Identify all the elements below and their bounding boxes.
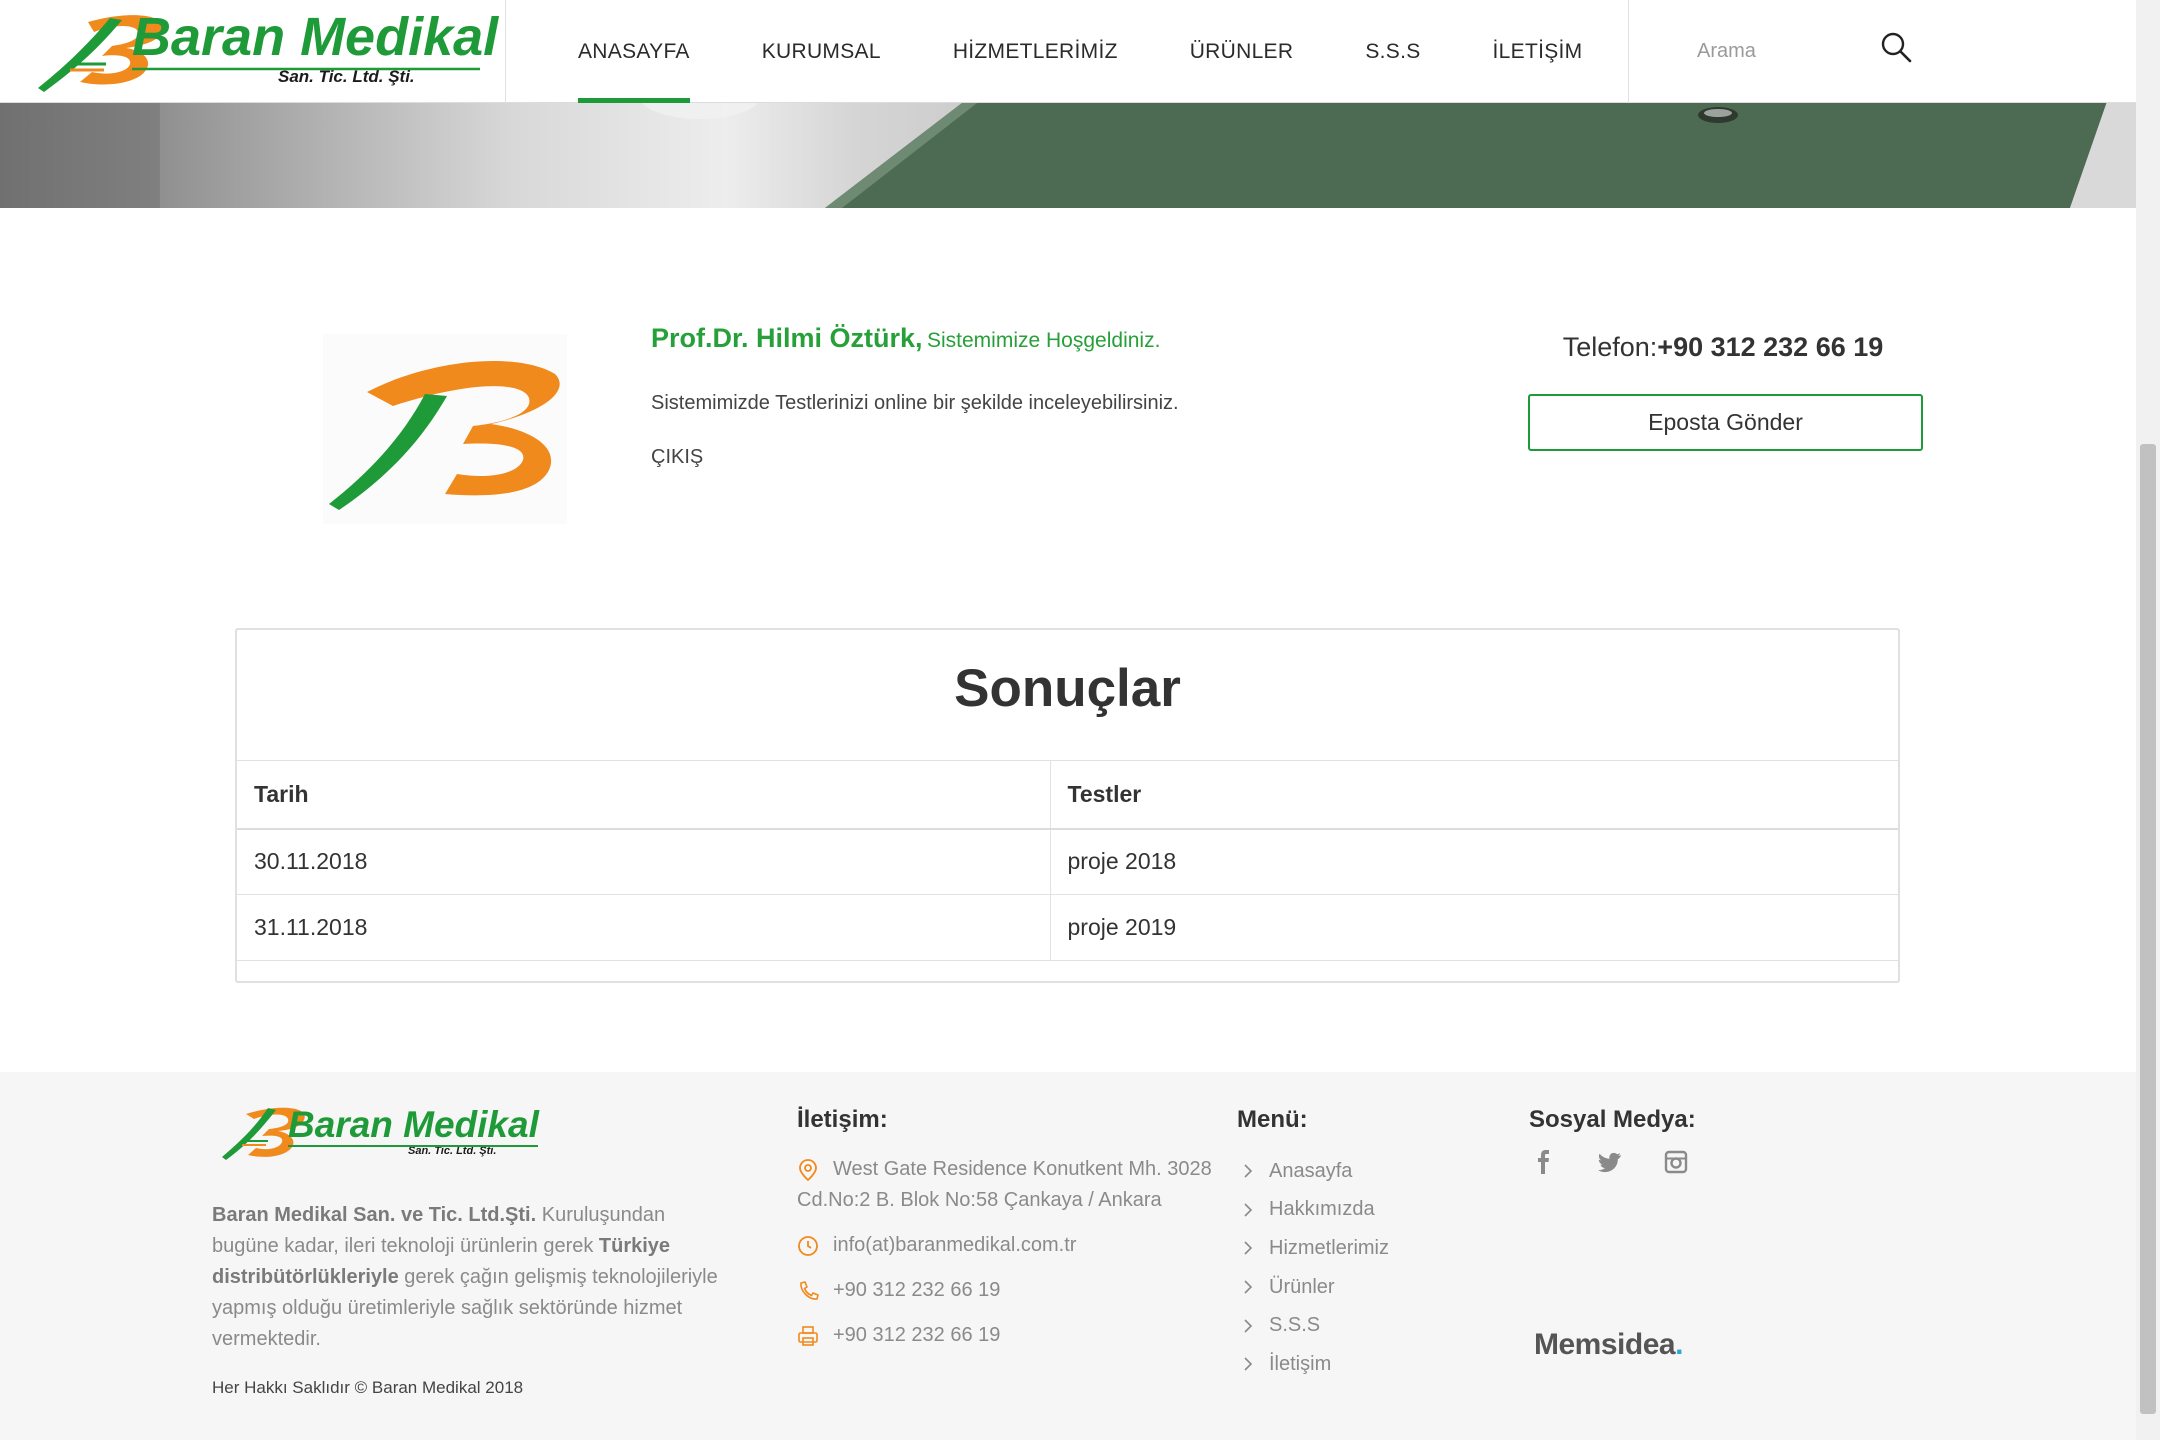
social-heading: Sosyal Medya: (1529, 1106, 1696, 1133)
column-header-tarih: Tarih (237, 760, 1051, 830)
table-row: 31.11.2018 proje 2019 (237, 894, 1898, 961)
credit-dot: . (1675, 1328, 1683, 1361)
scrollbar-thumb[interactable] (2140, 444, 2156, 1414)
footer-menu-iletisim[interactable]: İletişim (1237, 1345, 1389, 1384)
banner-folder-graphic (0, 103, 2136, 208)
menu-label: Hizmetlerimiz (1269, 1236, 1389, 1259)
menu-label: Hakkımızda (1269, 1198, 1375, 1221)
profile-description: Sistemimizde Testlerinizi online bir şek… (651, 392, 1179, 414)
cell-test[interactable]: proje 2018 (1049, 828, 1898, 895)
menu-heading: Menü: (1237, 1106, 1308, 1133)
nav-anasayfa[interactable]: ANASAYFA (578, 0, 690, 103)
welcome-text: Sistemimize Hoşgeldiniz. (927, 329, 1161, 352)
nav-sss[interactable]: S.S.S (1365, 0, 1420, 103)
header-logo-area: Baran Medikal San. Tic. Ltd. Şti. (0, 0, 506, 103)
credit-text: Memsidea (1534, 1328, 1676, 1361)
phone-text[interactable]: +90 312 232 66 19 (797, 1275, 1217, 1306)
menu-label: Ürünler (1269, 1275, 1335, 1298)
copyright: Her Hakkı Saklıdır © Baran Medikal 2018 (212, 1378, 524, 1397)
menu-label: İletişim (1269, 1352, 1332, 1375)
phone-icon (800, 1281, 819, 1300)
search-area (1628, 0, 2136, 103)
social-links (1530, 1148, 1690, 1176)
chevron-right-icon (1244, 1164, 1253, 1178)
nav-urunler[interactable]: ÜRÜNLER (1190, 0, 1294, 103)
baran-medikal-logo[interactable]: Baran Medikal San. Tic. Ltd. Şti. (30, 0, 500, 103)
memsidea-credit-logo[interactable]: Memsidea. (1534, 1328, 1683, 1362)
contact-address: West Gate Residence Konutkent Mh. 3028 C… (797, 1154, 1217, 1216)
menu-label: S.S.S (1269, 1314, 1321, 1337)
send-email-button[interactable]: Eposta Gönder (1528, 394, 1923, 451)
twitter-icon[interactable] (1596, 1148, 1624, 1176)
profile-greeting: Prof.Dr. Hilmi Öztürk, Sistemimize Hoşge… (651, 323, 1160, 354)
results-title: Sonuçlar (954, 659, 1181, 718)
user-name: Prof.Dr. Hilmi Öztürk, (651, 323, 923, 353)
column-header-testler: Testler (1049, 760, 1898, 830)
search-button[interactable] (1877, 28, 1917, 68)
page-scrollbar[interactable] (2136, 0, 2160, 1440)
footer-menu-hizmetlerimiz[interactable]: Hizmetlerimiz (1237, 1229, 1389, 1268)
footer-menu-anasayfa[interactable]: Anasayfa (1237, 1152, 1389, 1191)
footer-contact: West Gate Residence Konutkent Mh. 3028 C… (797, 1154, 1217, 1365)
cell-date: 30.11.2018 (237, 828, 1051, 895)
hero-banner-image (0, 103, 2136, 208)
chevron-right-icon (1244, 1280, 1253, 1294)
footer-menu-sss[interactable]: S.S.S (1237, 1306, 1389, 1345)
main-nav: ANASAYFA KURUMSAL HİZMETLERİMİZ ÜRÜNLER … (506, 0, 1628, 103)
results-table: Tarih Testler 30.11.2018 proje 2018 31.1… (237, 760, 1898, 961)
site-header: Baran Medikal San. Tic. Ltd. Şti. ANASAY… (0, 0, 2136, 103)
contact-phone-row: +90 312 232 66 19 (797, 1275, 1217, 1306)
contact-phone: Telefon:+90 312 232 66 19 (1528, 332, 1918, 363)
cell-test[interactable]: proje 2019 (1049, 894, 1898, 961)
contact-email: info(at)baranmedikal.com.tr (797, 1230, 1217, 1261)
phone-number: +90 312 232 66 19 (1657, 332, 1884, 362)
printer-icon (798, 1326, 818, 1346)
site-footer: Baran Medikal San. Tic. Ltd. Şti. Baran … (0, 1072, 2136, 1440)
chevron-right-icon (1244, 1203, 1253, 1217)
location-pin-icon (799, 1159, 817, 1182)
phone-label: Telefon: (1562, 332, 1658, 362)
footer-about: Baran Medikal San. ve Tic. Ltd.Şti. Kuru… (212, 1200, 732, 1355)
address-text: West Gate Residence Konutkent Mh. 3028 C… (797, 1158, 1212, 1211)
nav-iletisim[interactable]: İLETİŞİM (1493, 0, 1583, 103)
clock-icon (798, 1236, 818, 1256)
facebook-icon[interactable] (1530, 1148, 1558, 1176)
chevron-right-icon (1244, 1357, 1253, 1371)
footer-logo-brand: Baran Medikal (288, 1104, 540, 1145)
nav-kurumsal[interactable]: KURUMSAL (762, 0, 881, 103)
logout-link[interactable]: ÇIKIŞ (651, 446, 703, 469)
fax-text: +90 312 232 66 19 (833, 1324, 1001, 1346)
email-text[interactable]: info(at)baranmedikal.com.tr (797, 1230, 1217, 1261)
table-header-row: Tarih Testler (237, 760, 1898, 830)
search-icon (1881, 32, 1912, 63)
footer-logo[interactable]: Baran Medikal San. Tic. Ltd. Şti. (220, 1094, 542, 1164)
contact-fax-row: +90 312 232 66 19 (797, 1320, 1217, 1351)
nav-hizmetlerimiz[interactable]: HİZMETLERİMİZ (953, 0, 1118, 103)
chevron-right-icon (1244, 1241, 1253, 1256)
footer-menu-urunler[interactable]: Ürünler (1237, 1268, 1389, 1307)
about-company: Baran Medikal San. ve Tic. Ltd.Şti. (212, 1204, 537, 1226)
cell-date: 31.11.2018 (237, 894, 1051, 961)
logo-brand-text: Baran Medikal (132, 7, 499, 67)
table-row: 30.11.2018 proje 2018 (237, 828, 1898, 895)
instagram-icon[interactable] (1662, 1148, 1690, 1176)
profile-logo-image (323, 334, 567, 524)
footer-menu-hakkimizda[interactable]: Hakkımızda (1237, 1191, 1389, 1230)
chevron-right-icon (1244, 1319, 1253, 1333)
menu-label: Anasayfa (1269, 1159, 1353, 1182)
contact-heading: İletişim: (797, 1106, 888, 1133)
footer-menu: Anasayfa Hakkımızda Hizmetlerimiz Ürünle… (1237, 1152, 1389, 1384)
results-panel: Sonuçlar Tarih Testler 30.11.2018 proje … (235, 628, 1900, 983)
